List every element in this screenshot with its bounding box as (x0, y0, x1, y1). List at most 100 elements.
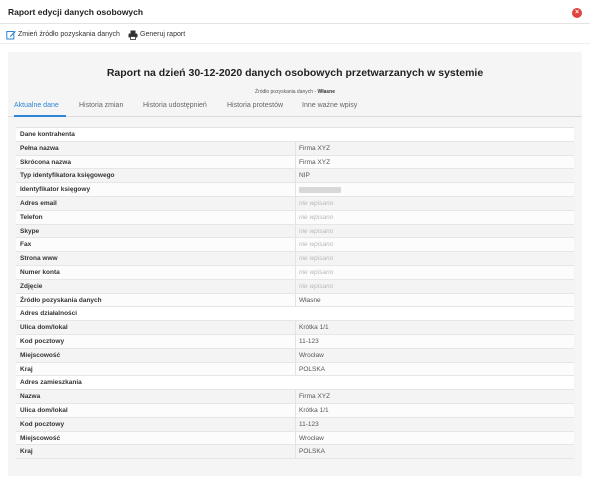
field-label: Kod pocztowy (20, 420, 65, 428)
table-row: Pełna nazwa Firma XYZ (16, 141, 574, 156)
table-row: Kod pocztowy 11-123 (16, 417, 574, 432)
column-divider (295, 265, 296, 279)
field-label: Zdjęcie (20, 282, 43, 290)
table-row: Telefon nie wpisano (16, 210, 574, 225)
column-divider (295, 279, 296, 293)
data-source-line: Źródło pozyskania danych - Własne (0, 89, 590, 95)
personal-data-table: Dane kontrahenta Pełna nazwa Firma XYZ Skró… (16, 127, 574, 460)
table-row: Adres email nie wpisano (16, 196, 574, 211)
field-label: Fax (20, 241, 32, 249)
field-label: Kraj (20, 448, 33, 456)
report-tabs: Aktualne dane Historia zmian Historia ud… (8, 99, 582, 117)
column-divider (295, 238, 296, 252)
window-title: Raport edycji danych osobowych (8, 7, 144, 17)
field-value: nie wpisano (299, 241, 334, 249)
field-value: Własne (299, 296, 321, 304)
section-header-row: Adres działalności (16, 307, 574, 322)
table-row: Typ identyfikatora księgowego NIP (16, 169, 574, 184)
field-value: nie wpisano (299, 282, 334, 290)
table-row: Numer konta nie wpisano (16, 265, 574, 280)
column-divider (295, 141, 296, 155)
field-label: Telefon (20, 213, 43, 221)
table-row: Ulica dom/lokal Krótka 1/1 (16, 403, 574, 418)
table-row: Nazwa Firma XYZ (16, 390, 574, 404)
field-value: 11-123 (299, 337, 319, 345)
column-divider (295, 431, 296, 445)
column-divider (295, 334, 296, 348)
field-label: Pełna nazwa (20, 144, 59, 152)
column-divider (295, 169, 296, 183)
column-divider (295, 224, 296, 238)
toolbar: Zmień źródło pozyskania danych Generuj r… (0, 26, 590, 44)
column-divider (295, 417, 296, 431)
column-divider (295, 390, 296, 403)
section-title: Adres działalności (20, 310, 78, 318)
field-value: nie wpisano (299, 213, 334, 221)
field-value: nie wpisano (299, 268, 334, 276)
field-label: Skype (20, 227, 40, 235)
table-row: Miejscowość Wrocław (16, 431, 574, 446)
close-icon[interactable]: × (572, 8, 582, 18)
column-divider (295, 196, 296, 210)
field-value: Firma XYZ (299, 158, 331, 166)
table-row: Skype nie wpisano (16, 224, 574, 239)
data-source-label: Źródło pozyskania danych - (254, 89, 317, 95)
window-titlebar: Raport edycji danych osobowych × (0, 0, 590, 24)
field-label: Adres email (20, 199, 57, 207)
section-header-row: Adres zamieszkania (16, 376, 574, 391)
field-value: POLSKA (299, 365, 326, 373)
column-divider (295, 403, 296, 417)
table-row: Ulica dom/lokal Krótka 1/1 (16, 321, 574, 335)
field-label: Miejscowość (20, 434, 61, 442)
table-row: Strona www nie wpisano (16, 252, 574, 266)
field-label: Typ identyfikatora księgowego (20, 172, 115, 180)
field-value: 11-123 (299, 420, 319, 428)
field-value: Krótka 1/1 (299, 406, 329, 414)
generate-report-button[interactable]: Generuj raport (128, 30, 198, 41)
tab-other-entries[interactable]: Inne ważne wpisy (302, 102, 357, 109)
column-divider (295, 362, 296, 376)
section-header-row: Dane kontrahenta (16, 128, 574, 142)
field-label: Identyfikator księgowy (20, 186, 91, 194)
column-divider (295, 321, 296, 334)
tab-protest-history[interactable]: Historia protestów (227, 102, 283, 109)
tab-sharing-history[interactable]: Historia udostępnień (143, 102, 207, 109)
column-divider (295, 155, 296, 169)
field-value: Firma XYZ (299, 393, 331, 401)
field-value: Wrocław (299, 351, 324, 359)
generate-report-label: Generuj raport (140, 31, 186, 38)
active-tab-indicator (14, 115, 66, 117)
table-row: Kraj POLSKA (16, 362, 574, 377)
table-row: Identyfikator księgowy (16, 183, 574, 197)
redacted-value (299, 187, 341, 194)
column-divider (295, 183, 296, 196)
field-value: Krótka 1/1 (299, 324, 329, 332)
data-source-value: Własne (317, 89, 336, 95)
field-label: Ulica dom/lokal (20, 324, 68, 332)
field-label: Źródło pozyskania danych (20, 296, 102, 304)
table-row: Kraj POLSKA (16, 445, 574, 460)
field-label: Kod pocztowy (20, 337, 65, 345)
field-value: NIP (299, 172, 310, 180)
tab-change-history[interactable]: Historia zmian (79, 102, 123, 109)
field-label: Kraj (20, 365, 33, 373)
column-divider (295, 293, 296, 307)
field-value: nie wpisano (299, 227, 334, 235)
column-divider (295, 252, 296, 265)
field-value: POLSKA (299, 448, 326, 456)
table-row: Skrócona nazwa Firma XYZ (16, 155, 574, 170)
change-source-button[interactable]: Zmień źródło pozyskania danych (6, 30, 124, 41)
tab-current-data[interactable]: Aktualne dane (14, 102, 59, 109)
field-label: Skrócona nazwa (20, 158, 71, 166)
report-title: Raport na dzień 30-12-2020 danych osobow… (106, 67, 484, 79)
table-row: Fax nie wpisano (16, 238, 574, 253)
field-value: Firma XYZ (299, 144, 331, 152)
edit-icon (6, 31, 16, 40)
table-row: Kod pocztowy 11-123 (16, 334, 574, 349)
field-label: Miejscowość (20, 351, 61, 359)
field-label: Strona www (20, 255, 58, 263)
field-label: Numer konta (20, 268, 60, 276)
table-row: Zdjęcie nie wpisano (16, 279, 574, 294)
column-divider (295, 348, 296, 362)
field-value: nie wpisano (299, 199, 334, 207)
